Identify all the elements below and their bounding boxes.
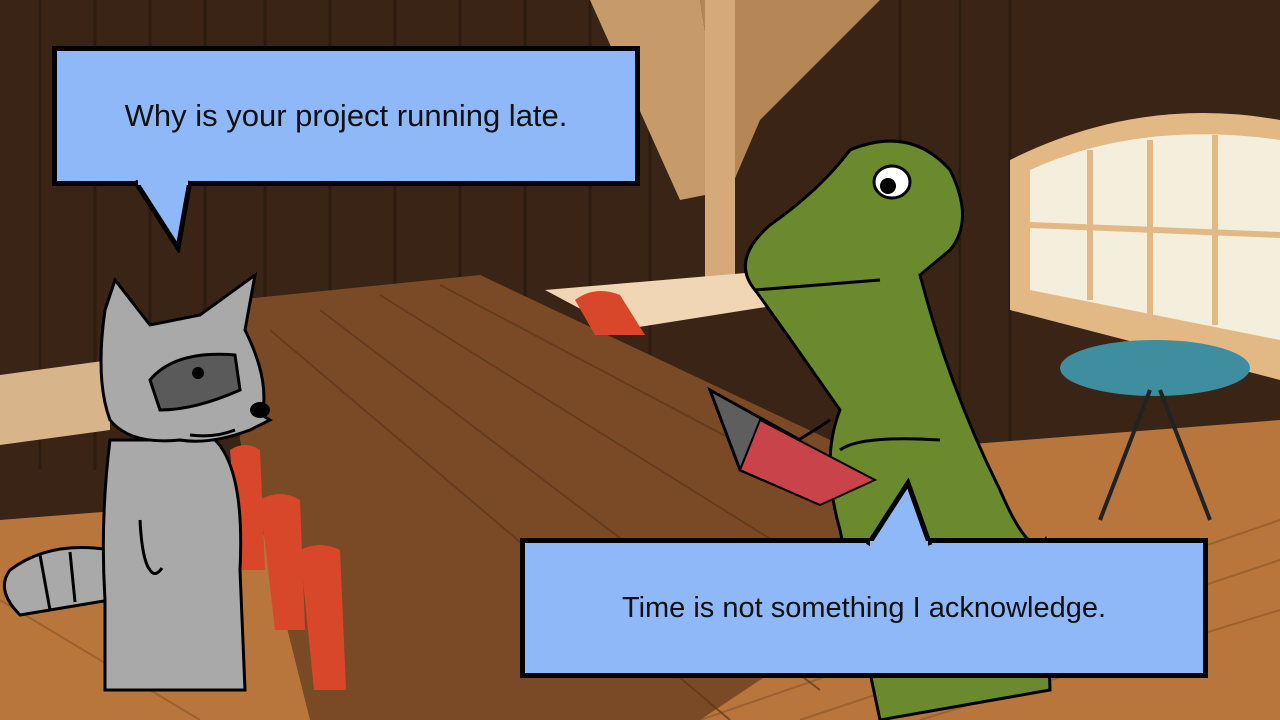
speech-tail-top — [132, 179, 193, 253]
speech-bubble-top: Why is your project running late. — [52, 46, 640, 186]
raccoon-character — [2, 271, 274, 692]
speech-bubble-bottom: Time is not something I acknowledge. — [520, 538, 1208, 678]
speech-text-bottom: Time is not something I acknowledge. — [621, 591, 1107, 624]
comic-panel: Why is your project running late. Time i… — [0, 0, 1280, 720]
speech-text-top: Why is your project running late. — [124, 98, 568, 133]
speech-tail-bottom — [865, 478, 933, 547]
